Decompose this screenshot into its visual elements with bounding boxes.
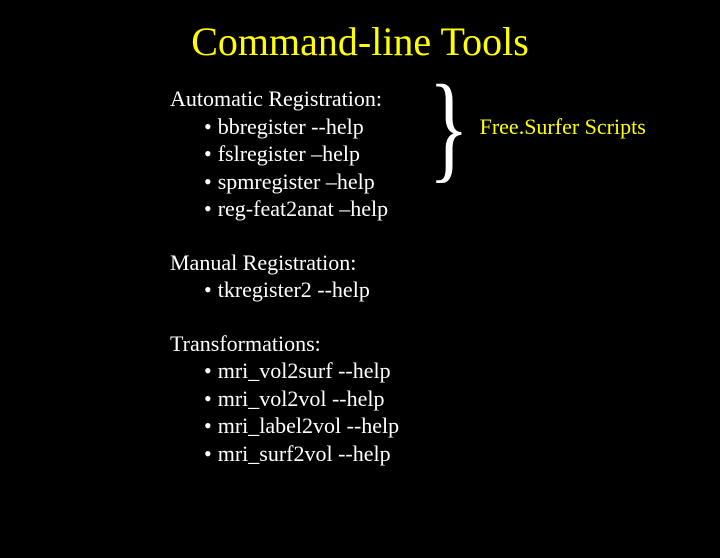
list-item: •mri_vol2surf --help — [204, 357, 720, 385]
bullet-icon: • — [204, 358, 212, 383]
list-item: •tkregister2 --help — [204, 276, 720, 304]
bullet-icon: • — [204, 441, 212, 466]
bullet-icon: • — [204, 114, 212, 139]
section-manual: Manual Registration: •tkregister2 --help — [170, 249, 720, 304]
brace-label: Free.Surfer Scripts — [480, 113, 646, 141]
list-item: •reg-feat2anat –help — [204, 195, 720, 223]
bullet-icon: • — [204, 196, 212, 221]
bullet-icon: • — [204, 141, 212, 166]
brace-icon: } — [429, 67, 469, 187]
section-transformations: Transformations: •mri_vol2surf --help •m… — [170, 330, 720, 468]
list-item: •mri_vol2vol --help — [204, 385, 720, 413]
bullet-icon: • — [204, 277, 212, 302]
bullet-icon: • — [204, 169, 212, 194]
bullet-icon: • — [204, 413, 212, 438]
list-item: •mri_label2vol --help — [204, 412, 720, 440]
section-heading: Manual Registration: — [170, 249, 720, 277]
slide-body: } Free.Surfer Scripts Automatic Registra… — [170, 85, 720, 467]
section-heading: Transformations: — [170, 330, 720, 358]
page-title: Command-line Tools — [0, 18, 720, 65]
brace-annotation: } Free.Surfer Scripts — [420, 67, 646, 187]
bullet-icon: • — [204, 386, 212, 411]
list-item: •mri_surf2vol --help — [204, 440, 720, 468]
